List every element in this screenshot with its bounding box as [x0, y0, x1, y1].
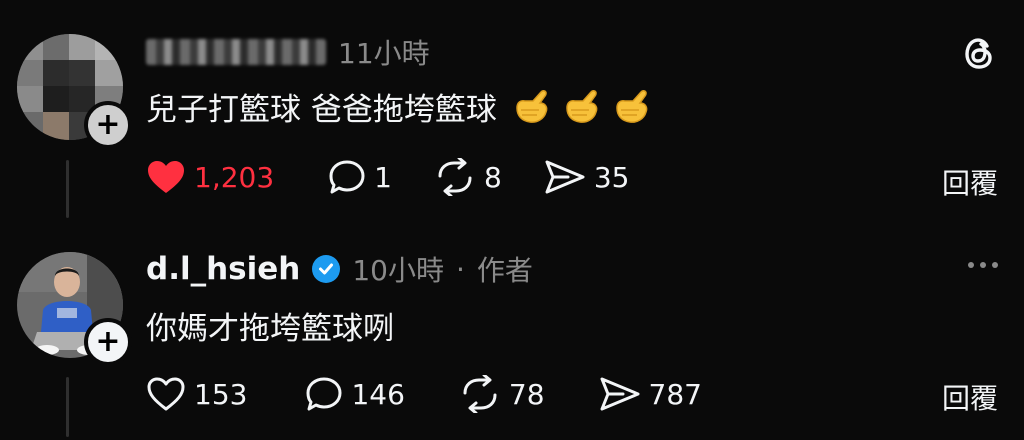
share-button[interactable]: 35: [544, 158, 630, 196]
username-blurred[interactable]: [146, 39, 326, 65]
share-count: 35: [593, 160, 630, 194]
action-bar: 1,203 1 8 35: [146, 158, 659, 196]
share-icon: [545, 160, 585, 194]
username[interactable]: d.l_hsieh: [146, 251, 300, 287]
separator: ·: [455, 252, 465, 286]
like-count: 1,203: [194, 160, 275, 194]
verified-icon: [312, 255, 341, 283]
share-icon: [600, 377, 640, 411]
post-time: 10小時: [352, 254, 444, 287]
heart-icon: [147, 377, 185, 411]
thread-line: [66, 160, 69, 218]
call-me-hand-emoji-icon: [611, 86, 653, 128]
call-me-hand-emoji-icon: [511, 86, 553, 128]
post-text: 你媽才拖垮籃球咧: [146, 311, 394, 347]
follow-plus-icon[interactable]: +: [84, 101, 132, 149]
thread-line: [66, 377, 69, 437]
post-time: 11小時: [338, 37, 430, 70]
action-bar: 153 146 78 787: [146, 375, 732, 413]
post-header: d.l_hsieh 10小時 · 作者: [146, 249, 533, 289]
repost-button[interactable]: 8: [434, 158, 502, 196]
emoji-group: [511, 86, 653, 128]
like-button[interactable]: 153: [146, 376, 247, 412]
threads-logo-icon[interactable]: [959, 33, 999, 77]
comment-button[interactable]: 146: [305, 376, 405, 412]
reply-post: + 11小時 兒子打籃球 爸爸拖垮籃球 1,203 1 8 35 回覆: [0, 0, 1024, 220]
repost-count: 78: [508, 377, 545, 411]
repost-count: 8: [484, 160, 502, 194]
like-count: 153: [194, 377, 248, 411]
comment-icon: [306, 377, 342, 411]
comment-button[interactable]: 1: [328, 159, 392, 195]
reply-button[interactable]: 回覆: [942, 162, 998, 202]
share-button[interactable]: 787: [599, 375, 702, 413]
like-button[interactable]: 1,203: [146, 159, 274, 195]
share-count: 787: [648, 377, 702, 411]
call-me-hand-emoji-icon: [561, 86, 603, 128]
post-body: 你媽才拖垮籃球咧: [146, 303, 394, 348]
post-header: 11小時: [146, 32, 430, 72]
more-icon[interactable]: [968, 262, 998, 268]
comment-icon: [329, 160, 365, 194]
repost-icon: [463, 375, 497, 413]
repost-button[interactable]: 78: [459, 375, 545, 413]
follow-plus-icon[interactable]: +: [84, 318, 132, 366]
comment-count: 146: [351, 377, 405, 411]
post-text: 兒子打籃球 爸爸拖垮籃球: [146, 92, 497, 128]
repost-icon: [438, 158, 472, 196]
reply-button[interactable]: 回覆: [942, 377, 998, 417]
heart-icon: [148, 161, 184, 193]
author-reply-post: + d.l_hsieh 10小時 · 作者 你媽才拖垮籃球咧 153 146 7…: [0, 225, 1024, 440]
post-body: 兒子打籃球 爸爸拖垮籃球: [146, 84, 653, 129]
comment-count: 1: [374, 160, 392, 194]
author-tag: 作者: [476, 254, 533, 287]
